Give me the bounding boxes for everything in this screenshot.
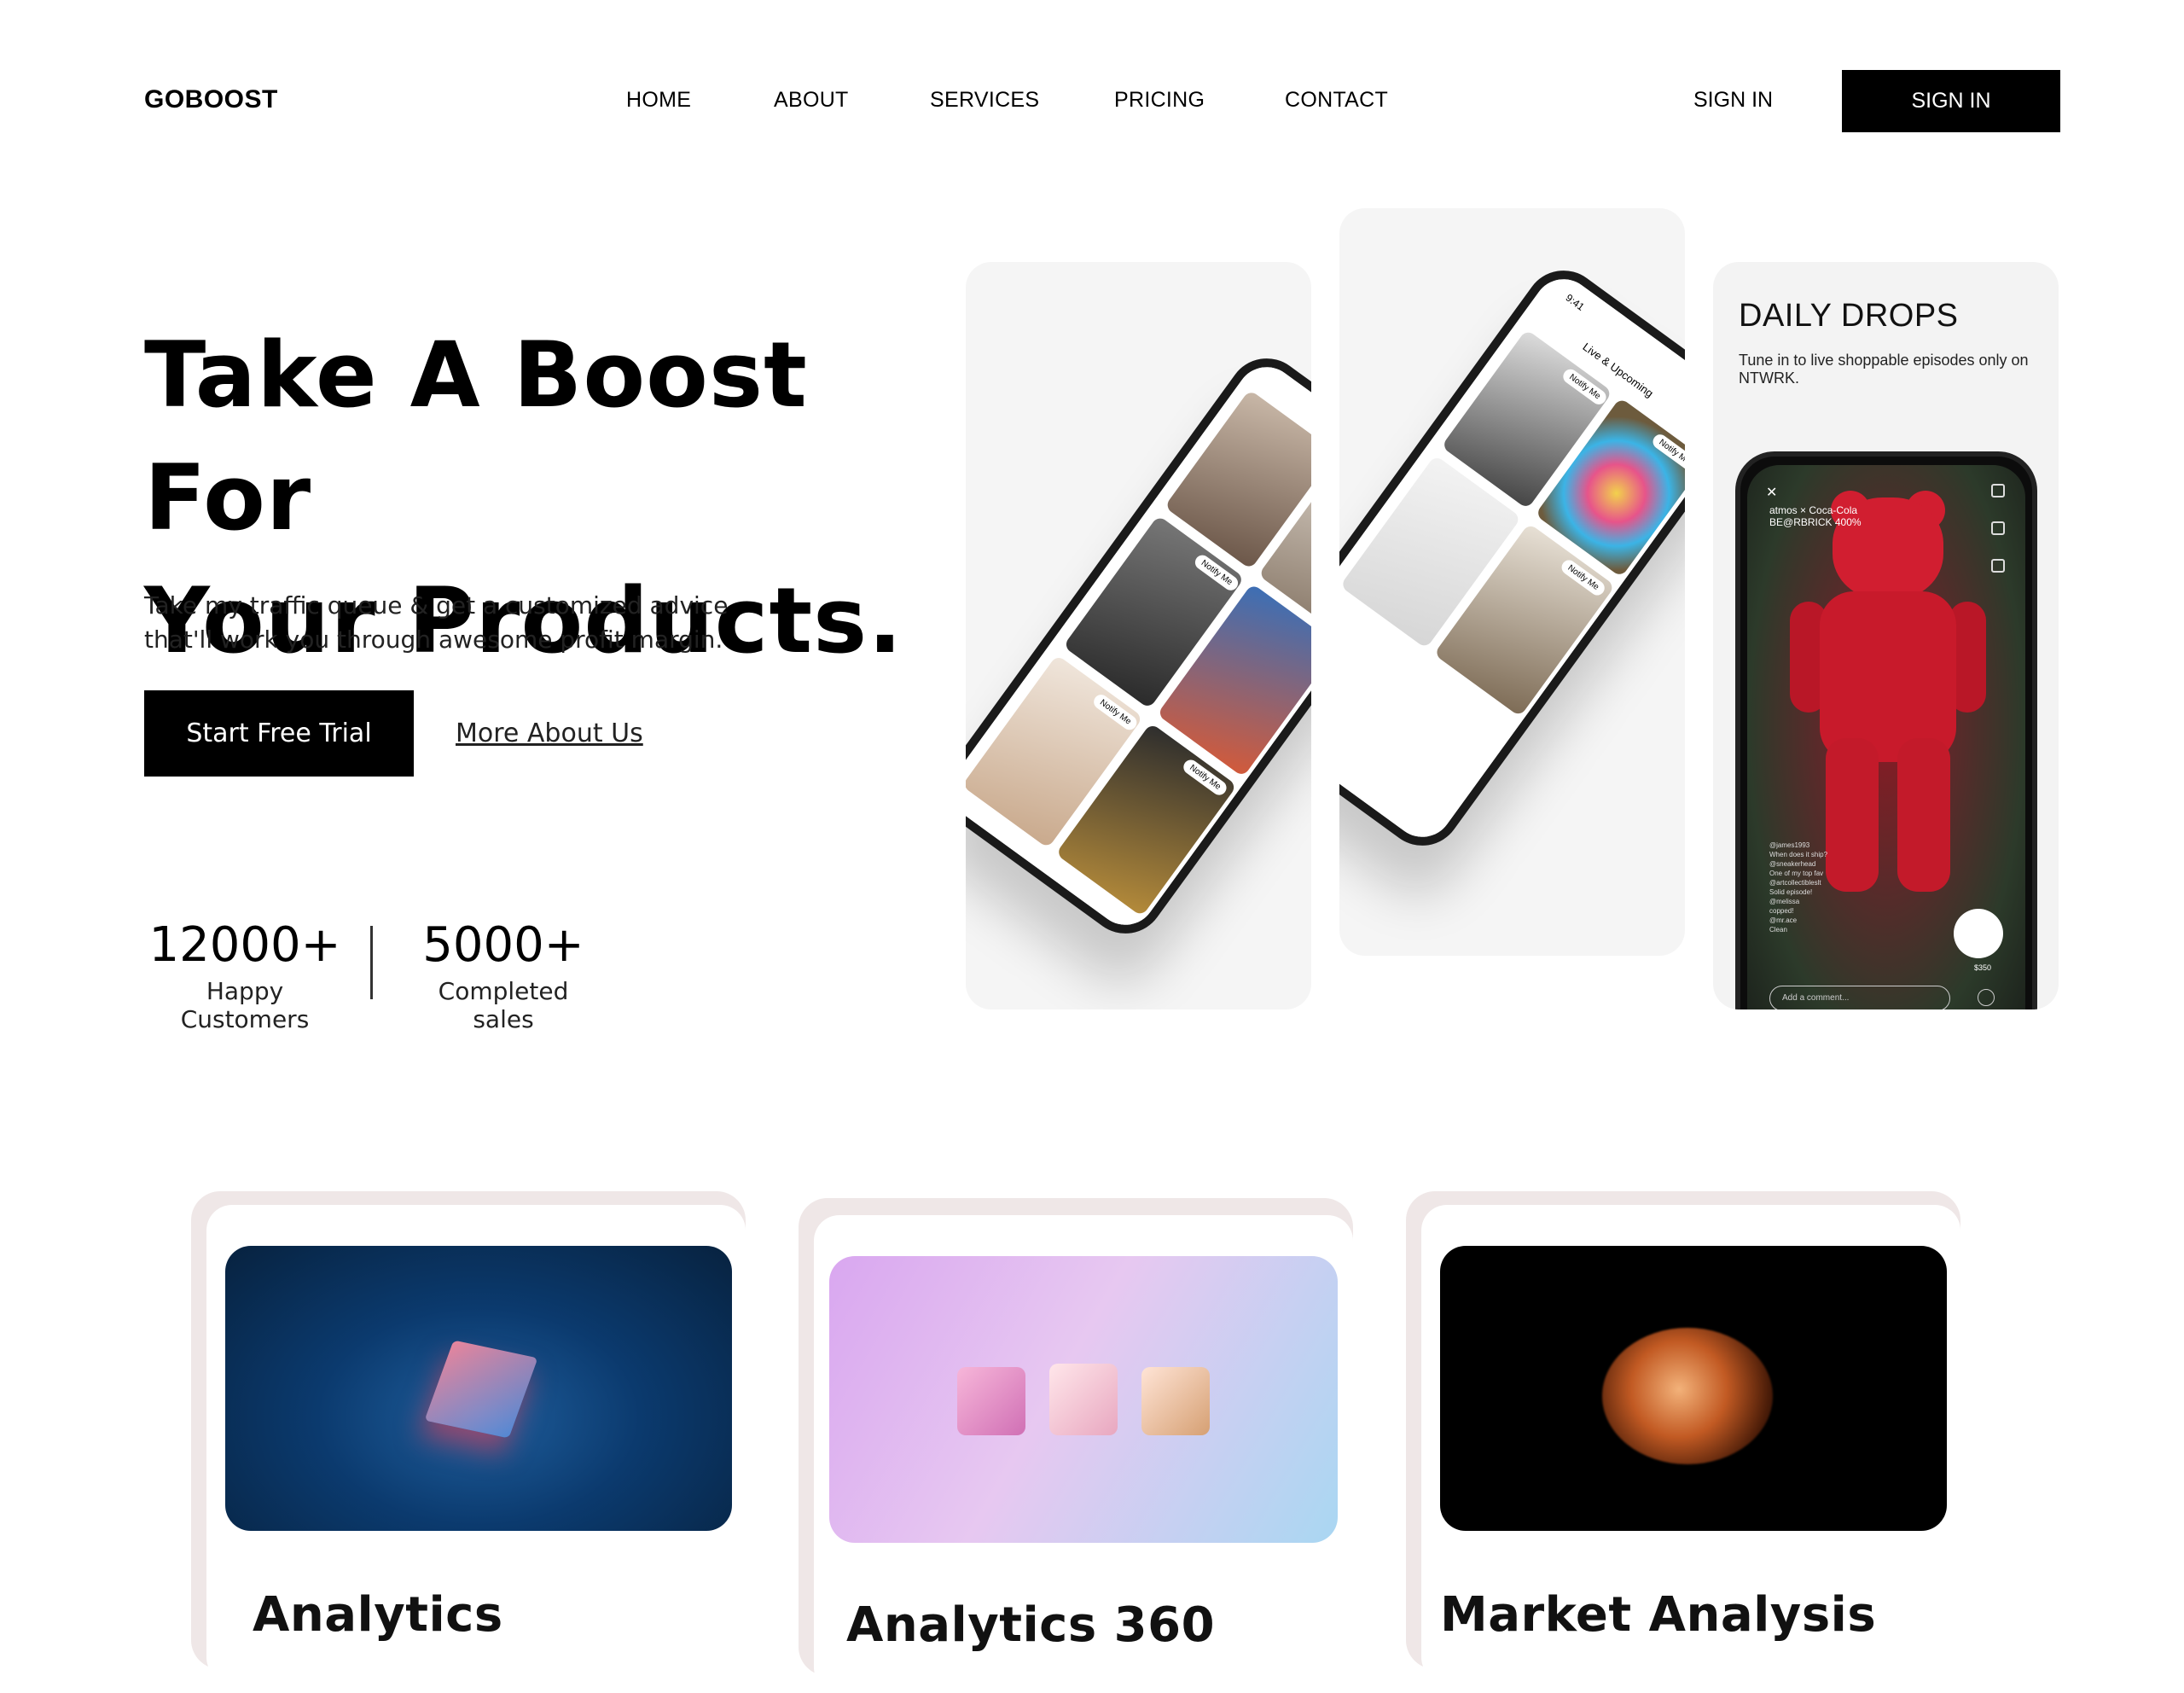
bag-icon[interactable] xyxy=(1991,484,2005,497)
comment-list: @james1993 When does it ship? @sneakerhe… xyxy=(1769,841,1827,934)
daily-drops-title: DAILY DROPS xyxy=(1739,298,1959,334)
product-price: $350 xyxy=(1973,963,1991,972)
comment-line: @sneakerhead xyxy=(1769,860,1816,868)
stream-caption-line2: BE@RBRICK 400% xyxy=(1769,516,1862,528)
comment-line: @james1993 xyxy=(1769,841,1810,849)
stat-sales: 5000+ Completed sales xyxy=(410,917,597,1033)
comment-input[interactable]: Add a comment... xyxy=(1769,986,1950,1009)
signin-link[interactable]: SIGN IN xyxy=(1693,88,1773,113)
stat-customers: 12000+ Happy Customers xyxy=(144,917,346,1033)
comment-line: One of my top fav xyxy=(1769,870,1824,877)
comment-line: Solid episode! xyxy=(1769,888,1813,896)
showcase-panel-2: 9:41 Live & Upcoming Notify Me Notify Me… xyxy=(1339,208,1685,956)
signin-button[interactable]: SIGN IN xyxy=(1842,70,2060,132)
feature-card-market-analysis[interactable]: Market Analysis xyxy=(1421,1205,1960,1683)
hero-subtitle-line2: that'll work you through awesome profit … xyxy=(144,625,723,654)
orange-sphere xyxy=(1602,1328,1773,1464)
phone-mockup-1: Notify Me Notify Me Notify Me xyxy=(966,342,1311,950)
more-about-us-link[interactable]: More About Us xyxy=(456,719,643,748)
stat-divider xyxy=(370,926,373,999)
stat-customers-number: 12000+ xyxy=(148,917,341,973)
nav-pricing[interactable]: PRICING xyxy=(1114,88,1205,113)
nav-contact[interactable]: CONTACT xyxy=(1285,88,1388,113)
crystal-cube xyxy=(424,1340,538,1439)
daily-drops-subtitle: Tune in to live shoppable episodes only … xyxy=(1739,352,2029,387)
gold-cube xyxy=(1141,1367,1210,1435)
stream-caption: atmos × Coca-Cola BE@RBRICK 400% xyxy=(1769,504,1862,528)
nav-services[interactable]: SERVICES xyxy=(930,88,1039,113)
comment-line: @mr.ace xyxy=(1769,916,1798,924)
card-title: Analytics 360 xyxy=(846,1597,1216,1653)
volume-icon[interactable] xyxy=(1991,559,2005,573)
product-thumb-button[interactable] xyxy=(1954,909,2003,958)
phone-mockup-3: ✕ atmos × Coca-Cola BE@RBRICK 400% @jame… xyxy=(1735,451,2037,1009)
share-icon[interactable] xyxy=(1991,521,2005,535)
nav-home[interactable]: HOME xyxy=(626,88,691,113)
showcase-panel-1: Notify Me Notify Me Notify Me xyxy=(966,262,1311,1009)
stat-sales-number: 5000+ xyxy=(422,917,584,973)
close-icon[interactable]: ✕ xyxy=(1766,484,1777,501)
phone-mockup-2: 9:41 Live & Upcoming Notify Me Notify Me… xyxy=(1339,254,1685,862)
pink-cube xyxy=(957,1367,1025,1435)
feature-card-analytics[interactable]: Analytics xyxy=(206,1205,746,1683)
feature-card-analytics-360[interactable]: Analytics 360 xyxy=(814,1215,1353,1693)
nav-about[interactable]: ABOUT xyxy=(774,88,849,113)
hero-title-line1: Take A Boost For xyxy=(144,323,808,550)
card-image-dark-sphere xyxy=(1440,1246,1947,1531)
card-title: Market Analysis xyxy=(1440,1587,1877,1643)
showcase-panel-3: DAILY DROPS Tune in to live shoppable ep… xyxy=(1713,262,2059,1009)
comment-line: Clean xyxy=(1769,926,1787,934)
comment-line: copped! xyxy=(1769,907,1794,915)
stat-customers-label: Happy Customers xyxy=(180,977,310,1033)
hero-subtitle-line1: Take my traffic queue & get a customized… xyxy=(144,591,729,620)
card-image-crystal-cube xyxy=(225,1246,732,1531)
card-title: Analytics xyxy=(253,1587,503,1643)
phone-status-time: 9:41 xyxy=(1563,291,1587,313)
start-free-trial-button[interactable]: Start Free Trial xyxy=(144,690,414,777)
white-cube xyxy=(1049,1364,1118,1435)
stat-sales-label: Completed sales xyxy=(438,977,569,1033)
brand-logo[interactable]: GOBOOST xyxy=(144,85,278,114)
hero-subtitle: Take my traffic queue & get a customized… xyxy=(144,589,741,657)
comment-line: When does it ship? xyxy=(1769,851,1828,858)
comment-line: @melissa xyxy=(1769,898,1800,905)
close-circle-icon[interactable] xyxy=(1978,989,1995,1006)
comment-line: @artcollectibleslt xyxy=(1769,879,1821,887)
stream-caption-line1: atmos × Coca-Cola xyxy=(1769,504,1858,516)
card-image-pastel-cubes xyxy=(829,1256,1338,1543)
